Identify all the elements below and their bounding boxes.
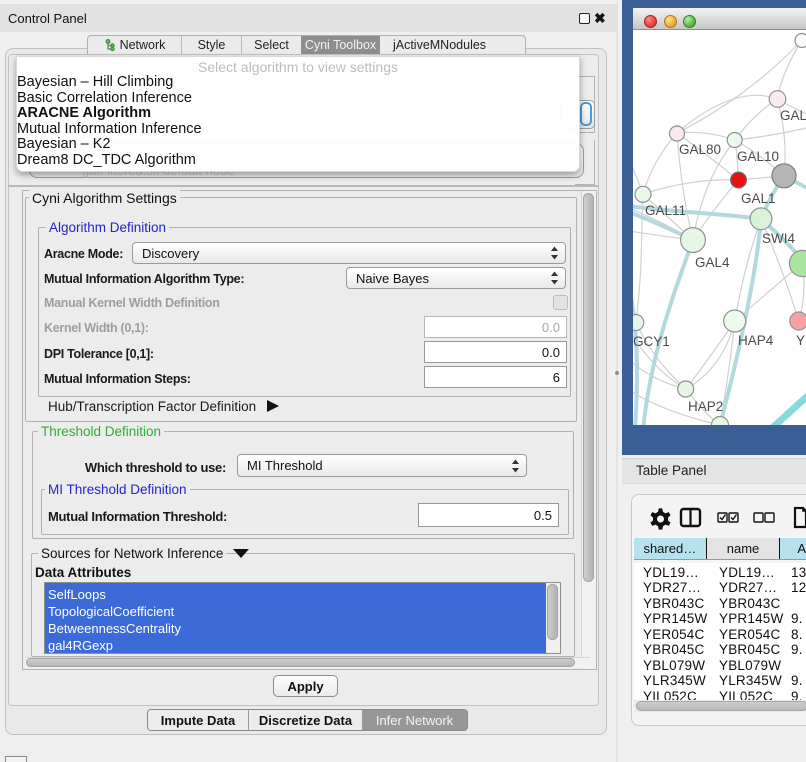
svg-text:HAP4: HAP4 [738, 333, 774, 348]
svg-text:HAP2: HAP2 [688, 399, 723, 414]
svg-text:Y: Y [796, 333, 805, 348]
svg-text:GAL: GAL [780, 108, 806, 123]
svg-text:GAL80: GAL80 [679, 142, 721, 157]
svg-text:SWI4: SWI4 [762, 231, 795, 246]
svg-text:GAL4: GAL4 [695, 255, 730, 270]
svg-text:GCY1: GCY1 [633, 334, 670, 349]
svg-text:GAL1: GAL1 [741, 191, 776, 206]
svg-text:GAL10: GAL10 [737, 149, 779, 164]
svg-text:GAL11: GAL11 [645, 203, 686, 218]
